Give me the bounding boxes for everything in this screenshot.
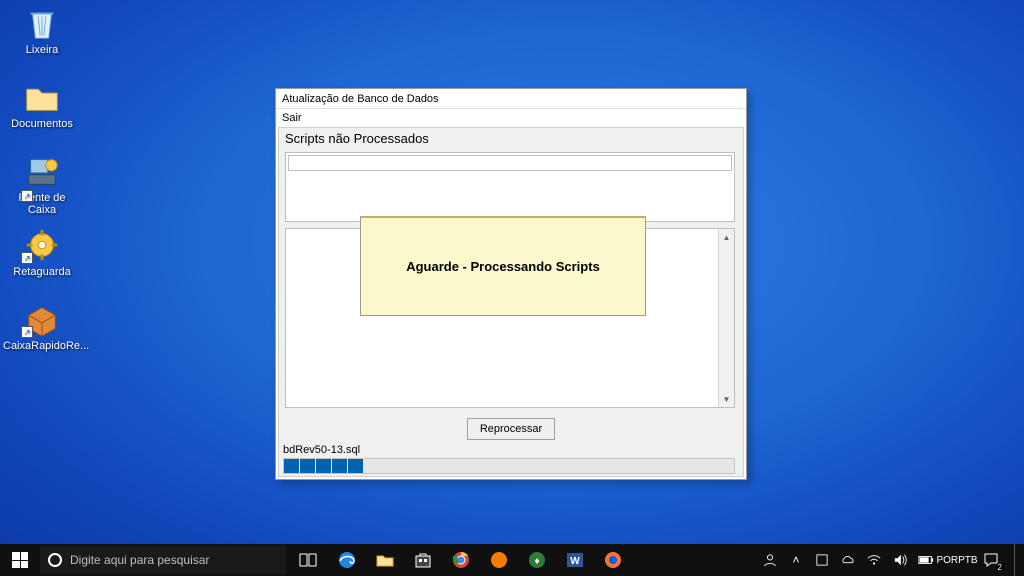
window-title: Atualização de Banco de Dados — [276, 89, 746, 109]
unprocessed-scripts-list[interactable] — [285, 152, 735, 222]
search-placeholder: Digite aqui para pesquisar — [70, 553, 209, 567]
language-indicator[interactable]: POR PTB — [942, 544, 972, 576]
scroll-up-icon[interactable]: ▲ — [719, 229, 734, 245]
pos-register-icon — [23, 152, 61, 190]
lang-line2: PTB — [958, 555, 977, 566]
taskbar: Digite aqui para pesquisar ♦ W ˄ — [0, 544, 1024, 576]
file-explorer-icon[interactable] — [366, 544, 404, 576]
desktop-icon-recycle-bin[interactable]: Lixeira — [3, 4, 81, 56]
desktop-icon-frente-caixa[interactable]: ↗ Frente de Caixa — [3, 152, 81, 216]
tray-battery-icon[interactable] — [916, 544, 936, 576]
firefox-browser-icon[interactable] — [594, 544, 632, 576]
start-button[interactable] — [0, 544, 40, 576]
recycle-bin-icon — [23, 4, 61, 42]
icon-label: Frente de Caixa — [3, 192, 81, 216]
chrome-browser-icon[interactable] — [442, 544, 480, 576]
section-label: Scripts não Processados — [279, 128, 743, 148]
action-center-button[interactable]: 2 — [978, 544, 1004, 576]
shortcut-arrow-icon: ↗ — [21, 252, 33, 264]
list-header-row — [288, 155, 732, 171]
shortcut-arrow-icon: ↗ — [21, 190, 33, 202]
processing-notice: Aguarde - Processando Scripts — [360, 216, 646, 316]
folder-icon — [23, 78, 61, 116]
shortcut-arrow-icon: ↗ — [21, 326, 33, 338]
notification-badge: 2 — [996, 563, 1004, 572]
task-view-button[interactable] — [290, 544, 328, 576]
word-app-icon[interactable]: W — [556, 544, 594, 576]
scrollbar-vertical[interactable]: ▲ ▼ — [718, 229, 734, 407]
lang-line1: POR — [936, 555, 958, 566]
scroll-down-icon[interactable]: ▼ — [719, 391, 734, 407]
reprocess-button[interactable]: Reprocessar — [467, 418, 555, 440]
svg-text:W: W — [570, 556, 580, 567]
windows-logo-icon — [12, 552, 28, 568]
desktop-icon-documents[interactable]: Documentos — [3, 78, 81, 130]
app-orange-icon[interactable] — [480, 544, 518, 576]
icon-label: CaixaRapidoRe... — [3, 340, 81, 352]
cortana-circle-icon — [48, 553, 62, 567]
notice-text: Aguarde - Processando Scripts — [406, 259, 600, 274]
svg-text:♦: ♦ — [534, 556, 539, 567]
menu-exit[interactable]: Sair — [282, 112, 302, 124]
app-green-icon[interactable]: ♦ — [518, 544, 556, 576]
current-script-file: bdRev50-13.sql — [283, 444, 360, 456]
desktop-icon-caixa-rapido[interactable]: ↗ CaixaRapidoRe... — [3, 300, 81, 352]
search-input[interactable]: Digite aqui para pesquisar — [40, 546, 286, 574]
tray-wifi-icon[interactable] — [864, 544, 884, 576]
edge-browser-icon[interactable] — [328, 544, 366, 576]
tray-volume-icon[interactable] — [890, 544, 910, 576]
tray-people-icon[interactable] — [760, 544, 780, 576]
tray-chevron-up-icon[interactable]: ˄ — [786, 544, 806, 576]
icon-label: Lixeira — [3, 44, 81, 56]
desktop-icon-retaguarda[interactable]: ↗ Retaguarda — [3, 226, 81, 278]
icon-label: Documentos — [3, 118, 81, 130]
progress-bar — [283, 458, 735, 474]
tray-onedrive-icon[interactable] — [838, 544, 858, 576]
microsoft-store-icon[interactable] — [404, 544, 442, 576]
tray-app-icon[interactable] — [812, 544, 832, 576]
system-tray: ˄ POR PTB 2 — [760, 544, 1024, 576]
show-desktop-button[interactable] — [1014, 544, 1020, 576]
icon-label: Retaguarda — [3, 266, 81, 278]
